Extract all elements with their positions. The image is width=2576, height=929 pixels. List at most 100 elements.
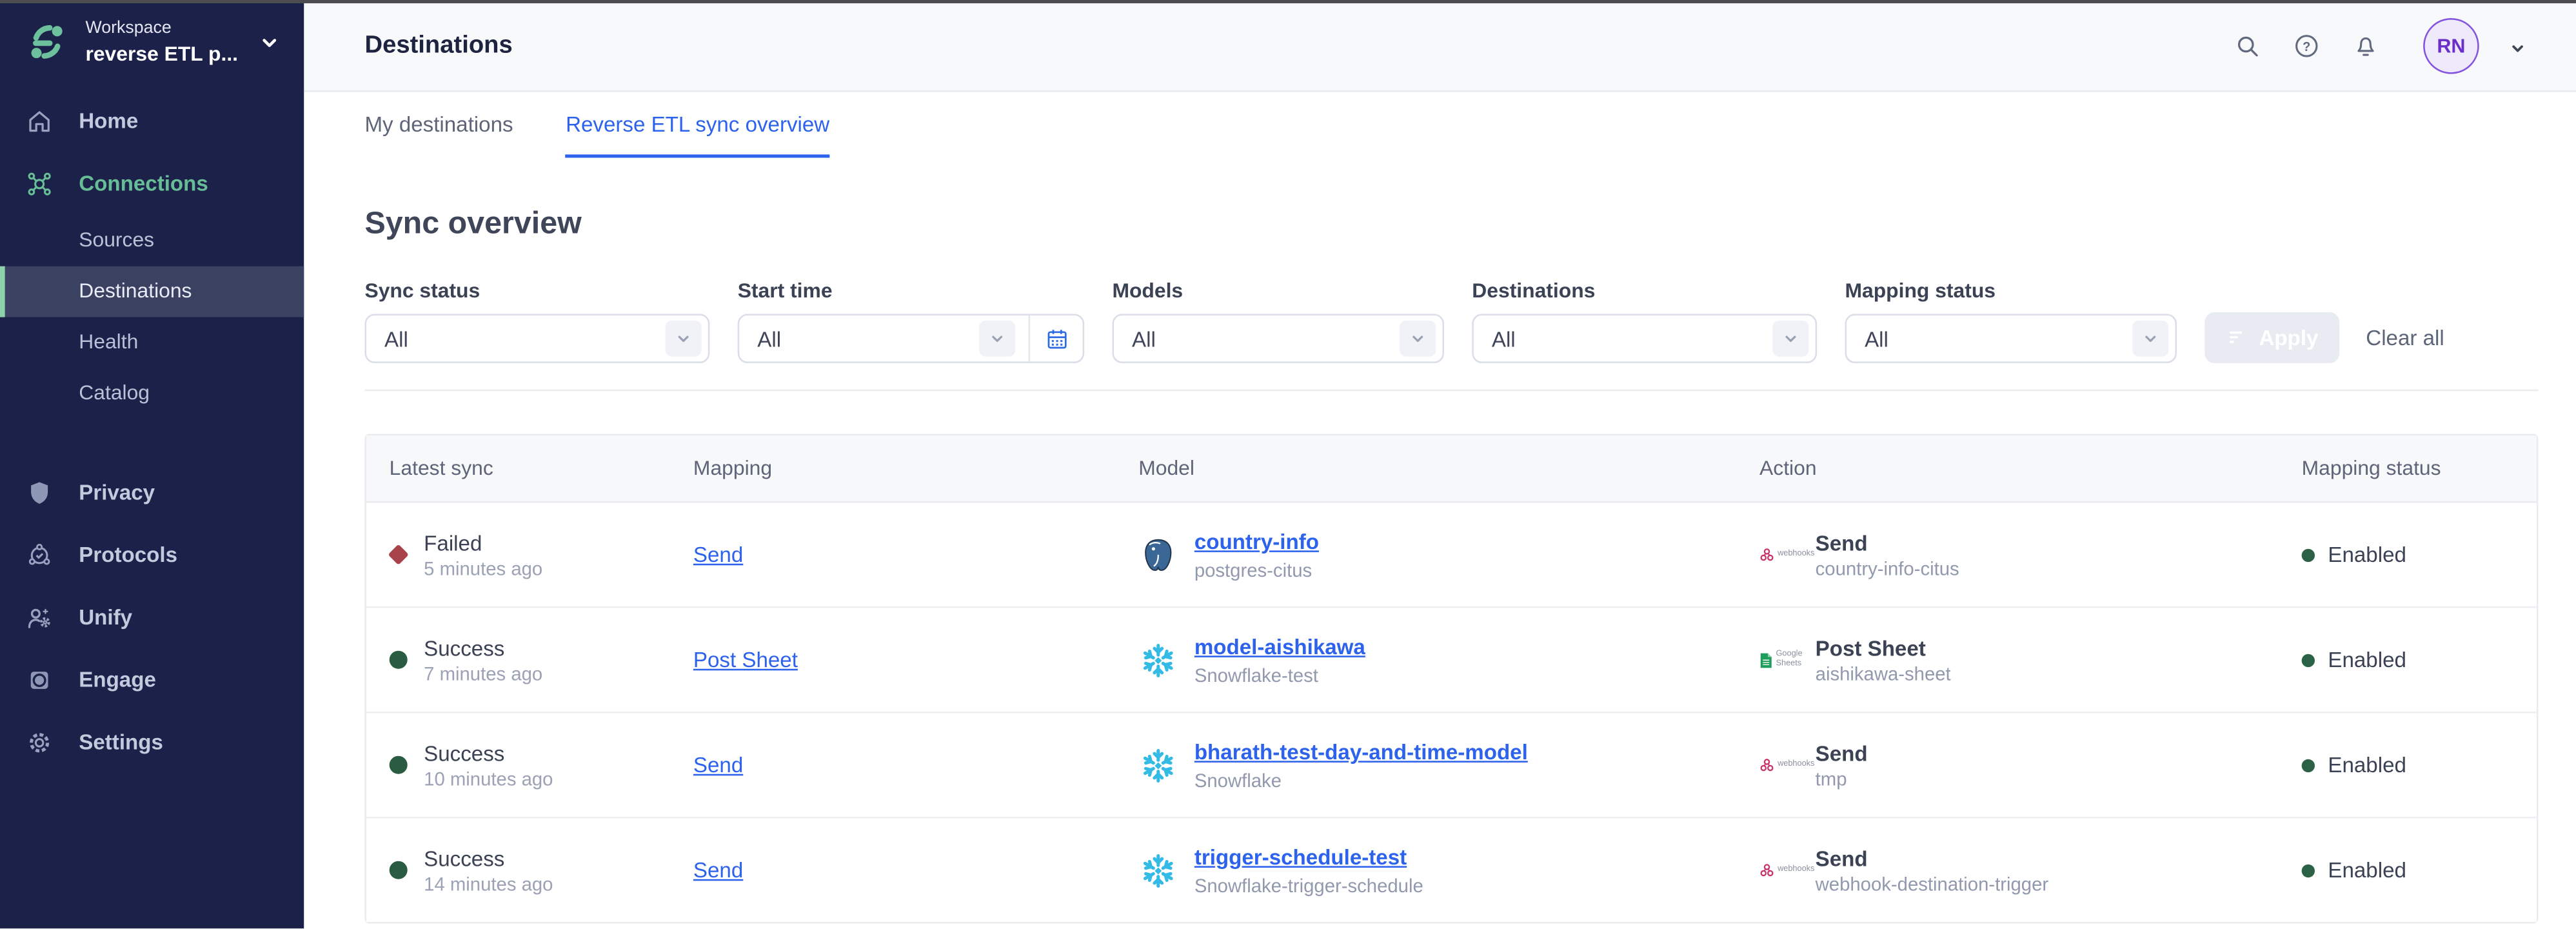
column-latest-sync: Latest sync bbox=[390, 457, 693, 480]
sidebar-item-home[interactable]: Home bbox=[0, 90, 304, 153]
shield-icon bbox=[25, 478, 54, 508]
table-row: Failed 5 minutes ago Send bbox=[366, 503, 2537, 606]
start-time-select[interactable]: All bbox=[738, 314, 1084, 363]
protocols-icon bbox=[25, 541, 54, 570]
table-row: Success 14 minutes ago Send bbox=[366, 817, 2537, 922]
home-icon bbox=[25, 106, 54, 136]
sidebar-item-label: Connections bbox=[79, 172, 208, 196]
help-icon[interactable]: ? bbox=[2292, 30, 2321, 60]
enabled-dot-icon bbox=[2302, 548, 2315, 561]
action-name-text: Send bbox=[1816, 846, 2049, 870]
webhooks-logo-icon: webhooks bbox=[1759, 757, 1812, 772]
model-link[interactable]: country-info bbox=[1194, 529, 1319, 554]
sync-time-text: 7 minutes ago bbox=[424, 664, 542, 684]
sidebar-item-settings[interactable]: Settings bbox=[0, 712, 304, 774]
tab-label: My destinations bbox=[364, 111, 513, 135]
sidebar-subitem-label: Catalog bbox=[79, 382, 150, 405]
filter-models: Models All bbox=[1112, 279, 1444, 363]
column-mapping: Mapping bbox=[693, 457, 1138, 480]
top-bar: Destinations ? RN bbox=[304, 0, 2576, 92]
sidebar-item-engage[interactable]: Engage bbox=[0, 649, 304, 712]
chevron-down-icon[interactable] bbox=[2509, 36, 2527, 54]
sidebar-item-health[interactable]: Health bbox=[0, 317, 304, 368]
action-cell: webhooks Send tmp bbox=[1759, 741, 2302, 790]
action-cell: webhooks Send webhook-destination-trigge… bbox=[1759, 846, 2302, 895]
select-value: All bbox=[384, 326, 666, 351]
model-link[interactable]: model-aishikawa bbox=[1194, 634, 1365, 659]
mapping-status-cell: Enabled bbox=[2302, 858, 2537, 883]
avatar[interactable]: RN bbox=[2423, 17, 2479, 74]
mapping-cell: Post Sheet bbox=[693, 645, 1138, 675]
action-destination-text: webhook-destination-trigger bbox=[1816, 875, 2049, 895]
mapping-link[interactable]: Send bbox=[693, 857, 743, 881]
sync-time-text: 5 minutes ago bbox=[424, 559, 542, 579]
chevron-down-icon bbox=[2132, 321, 2168, 357]
action-destination-text: country-info-citus bbox=[1816, 559, 1959, 579]
chevron-down-icon bbox=[979, 321, 1015, 357]
svg-text:?: ? bbox=[2303, 39, 2310, 54]
column-model: Model bbox=[1138, 457, 1759, 480]
model-cell: bharath-test-day-and-time-model Snowflak… bbox=[1138, 738, 1759, 792]
mapping-cell: Send bbox=[693, 540, 1138, 570]
workspace-switcher[interactable]: Workspace reverse ETL p... bbox=[0, 0, 304, 77]
sidebar-subitem-label: Health bbox=[79, 331, 138, 354]
sync-overview-table: Latest sync Mapping Model Action Mapping… bbox=[364, 434, 2538, 923]
model-source-text: Snowflake-test bbox=[1194, 667, 1365, 687]
select-value: All bbox=[1492, 326, 1773, 351]
filter-actions: Apply Clear all bbox=[2204, 312, 2444, 363]
tab-my-destinations[interactable]: My destinations bbox=[364, 92, 513, 158]
gear-icon bbox=[25, 728, 54, 757]
mapping-status-cell: Enabled bbox=[2302, 753, 2537, 777]
apply-button[interactable]: Apply bbox=[2204, 312, 2339, 363]
model-source-text: Snowflake-trigger-schedule bbox=[1194, 877, 1423, 897]
mapping-status-select[interactable]: All bbox=[1845, 314, 2177, 363]
enabled-dot-icon bbox=[2302, 759, 2315, 772]
models-select[interactable]: All bbox=[1112, 314, 1444, 363]
sync-status-select[interactable]: All bbox=[364, 314, 709, 363]
bell-icon[interactable] bbox=[2351, 30, 2381, 60]
mapping-link[interactable]: Post Sheet bbox=[693, 646, 798, 671]
latest-sync-cell: Failed 5 minutes ago bbox=[390, 530, 693, 579]
action-cell: Google Sheets Post Sheet aishikawa-sheet bbox=[1759, 635, 2302, 684]
sidebar-item-unify[interactable]: Unify bbox=[0, 586, 304, 649]
sidebar-item-privacy[interactable]: Privacy bbox=[0, 461, 304, 524]
apply-label: Apply bbox=[2259, 325, 2318, 350]
latest-sync-cell: Success 14 minutes ago bbox=[390, 846, 693, 895]
table-header: Latest sync Mapping Model Action Mapping… bbox=[366, 435, 2537, 503]
table-row: Success 10 minutes ago Send bbox=[366, 712, 2537, 817]
mapping-link[interactable]: Send bbox=[693, 752, 743, 776]
page-content: Sync overview Sync status All Start time bbox=[304, 207, 2576, 924]
sidebar-item-connections[interactable]: Connections bbox=[0, 153, 304, 215]
sidebar-item-catalog[interactable]: Catalog bbox=[0, 368, 304, 419]
google-sheets-logo-text: Google Sheets bbox=[1776, 651, 1812, 668]
mapping-status-text: Enabled bbox=[2328, 648, 2406, 672]
model-link[interactable]: trigger-schedule-test bbox=[1194, 844, 1407, 869]
snowflake-icon bbox=[1138, 640, 1178, 679]
sidebar-item-label: Settings bbox=[79, 730, 163, 755]
success-status-icon bbox=[390, 651, 408, 669]
sidebar-item-protocols[interactable]: Protocols bbox=[0, 524, 304, 586]
workspace-label: Workspace bbox=[85, 18, 238, 41]
clear-all-link[interactable]: Clear all bbox=[2366, 325, 2444, 350]
search-icon[interactable] bbox=[2233, 30, 2263, 60]
select-value: All bbox=[1132, 326, 1400, 351]
sidebar-item-label: Unify bbox=[79, 605, 132, 630]
model-link[interactable]: bharath-test-day-and-time-model bbox=[1194, 739, 1528, 764]
destinations-select[interactable]: All bbox=[1472, 314, 1817, 363]
tab-reverse-etl-sync-overview[interactable]: Reverse ETL sync overview bbox=[566, 92, 829, 158]
sidebar-item-destinations[interactable]: Destinations bbox=[0, 266, 304, 317]
webhooks-logo-icon: webhooks bbox=[1759, 547, 1812, 562]
mapping-link[interactable]: Send bbox=[693, 541, 743, 566]
chevron-down-icon[interactable] bbox=[258, 31, 281, 54]
mapping-status-text: Enabled bbox=[2328, 543, 2406, 567]
top-bar-icons: ? RN bbox=[2233, 17, 2527, 74]
filter-label: Start time bbox=[738, 279, 1084, 303]
mapping-cell: Send bbox=[693, 855, 1138, 885]
workspace-text: Workspace reverse ETL p... bbox=[85, 18, 238, 67]
sync-status-text: Failed bbox=[424, 530, 542, 554]
success-status-icon bbox=[390, 861, 408, 879]
webhooks-logo-icon: webhooks bbox=[1759, 863, 1812, 877]
sidebar-item-sources[interactable]: Sources bbox=[0, 215, 304, 266]
mapping-status-cell: Enabled bbox=[2302, 543, 2537, 567]
calendar-icon[interactable] bbox=[1029, 315, 1083, 361]
